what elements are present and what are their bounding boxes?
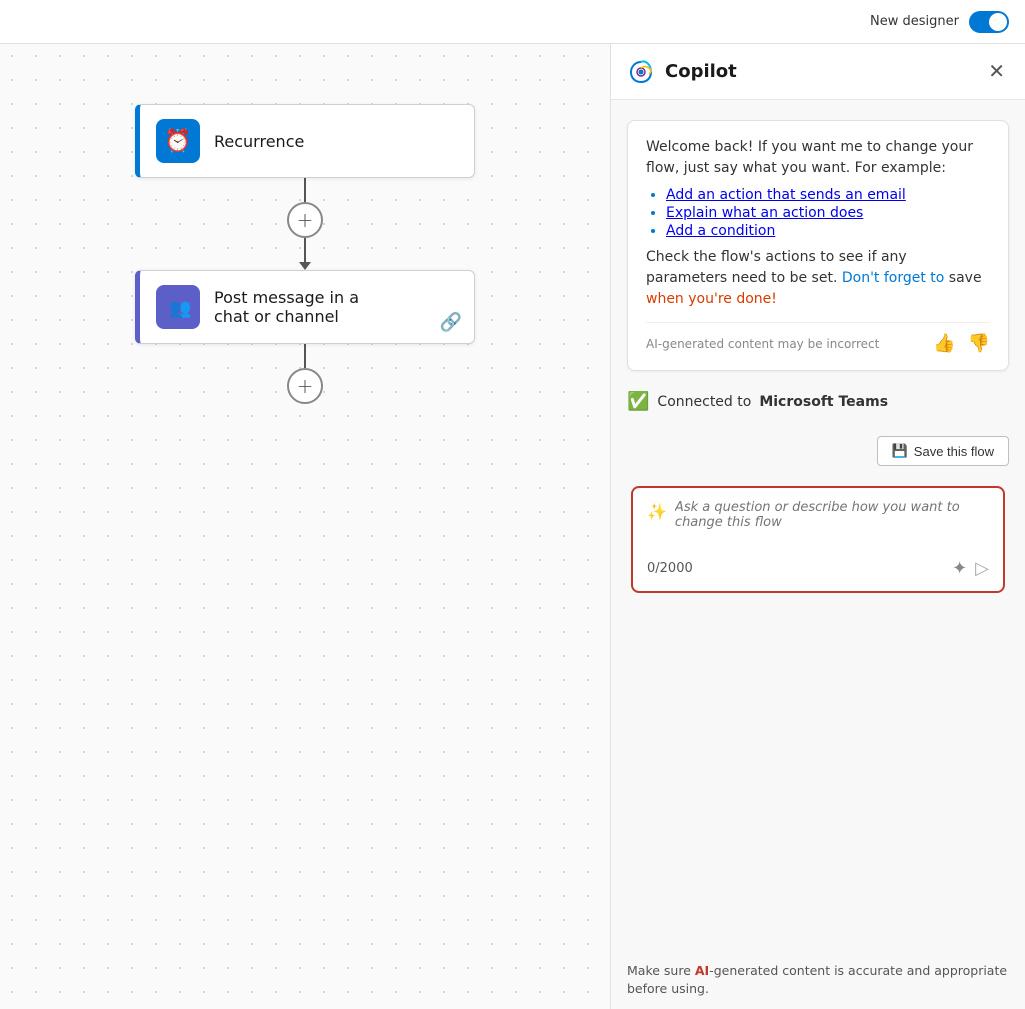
flow-canvas: ⏰ Recurrence + 👥 Po — [0, 44, 610, 1009]
copilot-logo-icon — [627, 58, 655, 86]
clock-icon: ⏰ — [164, 129, 191, 154]
new-designer-toggle[interactable] — [969, 11, 1009, 33]
teams-node-title: Post message in a chat or channel — [214, 288, 359, 326]
welcome-text: Welcome back! If you want me to change y… — [646, 137, 990, 179]
bottom-disclaimer: Make sure AI-generated content is accura… — [611, 954, 1025, 1009]
send-button[interactable]: ▷ — [975, 558, 989, 579]
line-2 — [304, 238, 306, 262]
copilot-title: Copilot — [665, 61, 737, 82]
thumbs-down-icon[interactable]: 👎 — [968, 333, 990, 354]
teams-icon-bg: 👥 — [156, 285, 200, 329]
bullet-link-1[interactable]: Add an action that sends an email — [666, 187, 906, 203]
bullet-1: Add an action that sends an email — [666, 187, 990, 203]
save-flow-button[interactable]: 💾 Save this flow — [877, 436, 1009, 466]
ai-disclaimer: AI-generated content may be incorrect — [646, 337, 879, 351]
copilot-panel: Copilot ✕ Welcome back! If you want me t… — [610, 44, 1025, 1009]
ai-sparkle-icon[interactable]: ✦ — [952, 558, 967, 579]
line-3 — [304, 344, 306, 368]
flow-container: ⏰ Recurrence + 👥 Po — [135, 104, 475, 404]
copilot-header: Copilot ✕ — [611, 44, 1025, 100]
char-count: 0/2000 — [647, 561, 693, 576]
input-footer: 0/2000 ✦ ▷ — [647, 558, 989, 579]
save-row: 💾 Save this flow — [627, 432, 1009, 470]
recurrence-icon-bg: ⏰ — [156, 119, 200, 163]
teams-node[interactable]: 👥 Post message in a chat or channel 🔗 — [135, 270, 475, 344]
copilot-title-row: Copilot — [627, 58, 737, 86]
thumbs-up-icon[interactable]: 👍 — [933, 333, 955, 354]
bullet-2: Explain what an action does — [666, 205, 990, 221]
copilot-body: Welcome back! If you want me to change y… — [611, 100, 1025, 954]
check-icon: ✅ — [627, 391, 649, 412]
new-designer-label: New designer — [870, 14, 959, 29]
connected-service: Microsoft Teams — [759, 394, 888, 410]
teams-icon: 👥 — [164, 293, 192, 321]
welcome-chat-bubble: Welcome back! If you want me to change y… — [627, 120, 1009, 371]
line-1 — [304, 178, 306, 202]
svg-text:👥: 👥 — [169, 298, 191, 319]
input-sparkle-prefix: ✨ — [647, 502, 667, 521]
recurrence-title: Recurrence — [214, 132, 304, 151]
chat-input-field[interactable] — [675, 500, 989, 550]
connected-status: ✅ Connected to Microsoft Teams — [627, 387, 1009, 416]
main-layout: ⏰ Recurrence + 👥 Po — [0, 44, 1025, 1009]
add-step-button-2[interactable]: + — [287, 368, 323, 404]
bullet-link-2[interactable]: Explain what an action does — [666, 205, 863, 221]
connected-label: Connected to — [657, 394, 751, 410]
bullet-link-3[interactable]: Add a condition — [666, 223, 775, 239]
followup-text: Check the flow's actions to see if any p… — [646, 247, 990, 310]
bullet-3: Add a condition — [666, 223, 990, 239]
toggle-knob — [989, 13, 1007, 31]
arrow-1 — [299, 262, 311, 270]
input-actions: ✦ ▷ — [952, 558, 989, 579]
close-copilot-button[interactable]: ✕ — [984, 55, 1009, 88]
feedback-icons: 👍 👎 — [933, 333, 990, 354]
recurrence-node[interactable]: ⏰ Recurrence — [135, 104, 475, 178]
save-icon: 💾 — [892, 443, 908, 459]
topbar: New designer — [0, 0, 1025, 44]
add-step-button-1[interactable]: + — [287, 202, 323, 238]
connector-top: + — [287, 178, 323, 270]
example-list: Add an action that sends an email Explai… — [666, 187, 990, 239]
connector-bottom: + — [287, 344, 323, 404]
chat-input-area[interactable]: ✨ 0/2000 ✦ ▷ — [631, 486, 1005, 593]
save-button-label: Save this flow — [914, 444, 994, 459]
ai-highlight: AI — [695, 963, 709, 978]
ai-footer: AI-generated content may be incorrect 👍 … — [646, 322, 990, 354]
link-icon: 🔗 — [440, 312, 462, 333]
